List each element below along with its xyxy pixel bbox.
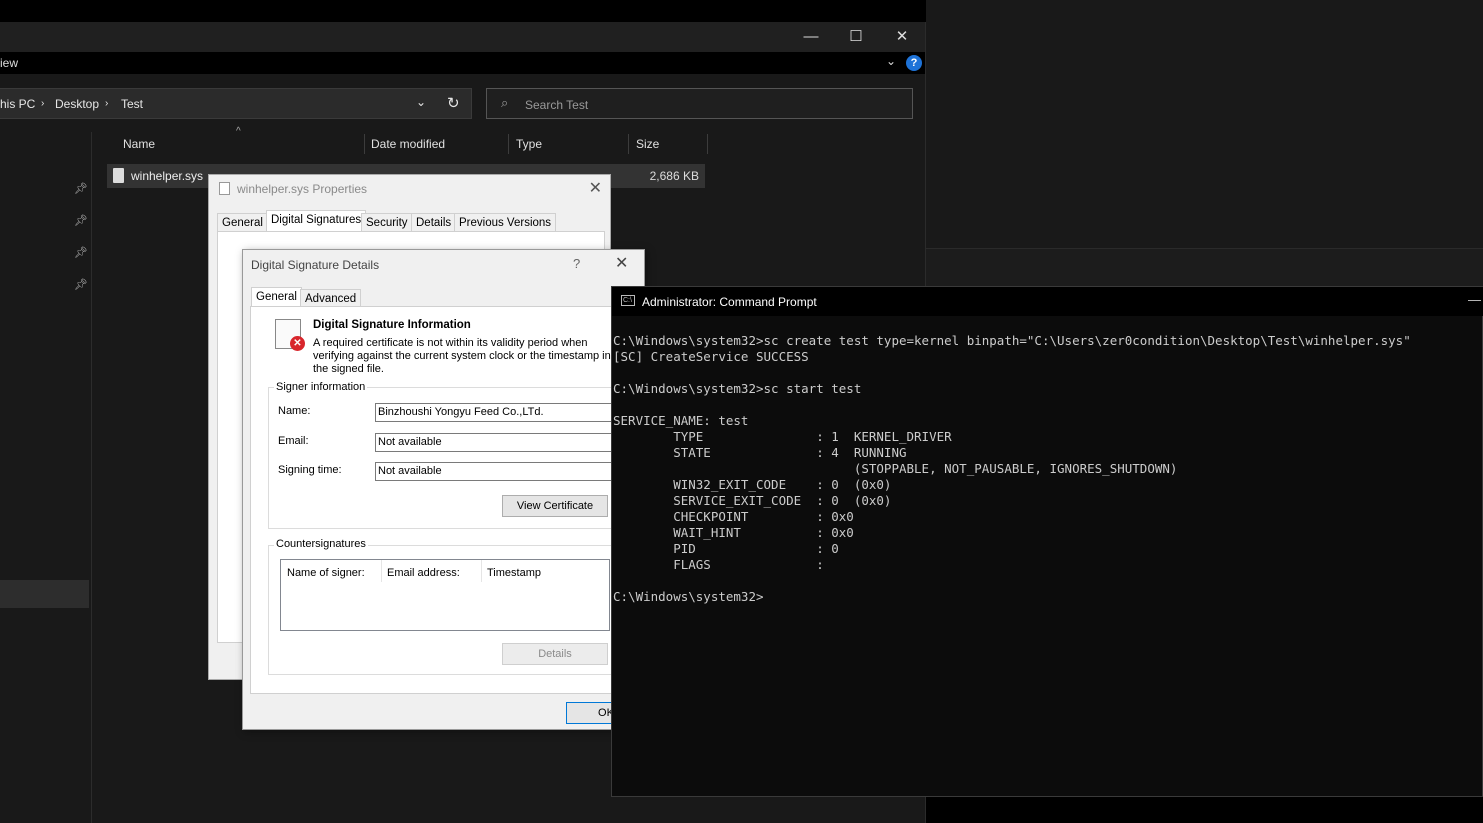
maximize-button[interactable]: ☐ (833, 22, 879, 52)
chevron-down-icon[interactable]: ⌄ (886, 54, 896, 68)
breadcrumb-test[interactable]: Test (121, 97, 143, 111)
details-button[interactable]: Details (502, 643, 608, 665)
nav-item-selected[interactable] (0, 580, 89, 608)
pin-icon: 📌︎ (74, 279, 88, 291)
column-divider (481, 560, 482, 582)
cmd-line: WAIT_HINT : 0x0 (613, 525, 854, 540)
info-heading: Digital Signature Information (313, 319, 471, 331)
column-header-size[interactable]: Size (628, 134, 708, 154)
minimize-button[interactable]: — (788, 22, 834, 52)
cmd-line: STATE : 4 RUNNING (613, 445, 907, 460)
column-header-email[interactable]: Email address: (387, 567, 460, 579)
cmd-titlebar: C:\ Administrator: Command Prompt — (612, 287, 1483, 316)
close-button[interactable]: ✕ (879, 22, 925, 52)
breadcrumb-this-pc[interactable]: his PC (0, 97, 35, 111)
cmd-icon: C:\ (621, 295, 635, 306)
tab-general[interactable]: General (217, 213, 268, 233)
cmd-line (613, 397, 1411, 413)
error-icon: ✕ (290, 336, 305, 351)
file-icon (219, 182, 230, 195)
file-name: winhelper.sys (131, 169, 204, 183)
cmd-line: WIN32_EXIT_CODE : 0 (0x0) (613, 477, 892, 492)
column-header-type[interactable]: Type (508, 134, 629, 154)
cmd-line: C:\Windows\system32> (613, 589, 764, 604)
signer-group-label: Signer information (274, 381, 368, 393)
signing-time-label: Signing time: (278, 464, 342, 476)
details-title: Digital Signature Details (251, 258, 380, 272)
refresh-icon[interactable]: ↻ (447, 94, 460, 112)
email-field[interactable]: Not available (375, 433, 615, 452)
close-icon[interactable]: ✕ (615, 253, 628, 273)
cmd-line: [SC] CreateService SUCCESS (613, 349, 809, 364)
help-icon[interactable]: ? (573, 256, 580, 271)
column-header-name[interactable]: Name (115, 134, 365, 154)
tab-details[interactable]: Details (411, 213, 457, 233)
search-input[interactable]: ⌕ Search Test (486, 88, 913, 119)
cmd-line: FLAGS : (613, 557, 824, 572)
column-header-timestamp[interactable]: Timestamp (487, 567, 541, 579)
search-placeholder: Search Test (525, 98, 589, 112)
cmd-line (613, 573, 1411, 589)
signature-details-dialog: Digital Signature Details ? ✕ General Ad… (242, 249, 646, 730)
chevron-right-icon: › (41, 98, 45, 109)
explorer-titlebar: — ☐ ✕ (0, 22, 925, 52)
desktop-background (926, 0, 1483, 248)
chevron-right-icon: › (105, 98, 109, 109)
countersignatures-list[interactable]: Name of signer: Email address: Timestamp (280, 559, 610, 631)
info-text: A required certificate is not within its… (313, 337, 611, 375)
tab-digital-signatures[interactable]: Digital Signatures (266, 210, 367, 233)
certificate-icon: ✕ (275, 319, 305, 351)
command-prompt-window[interactable]: C:\ Administrator: Command Prompt — C:\W… (611, 286, 1483, 797)
name-label: Name: (278, 405, 311, 417)
file-size: 2,686 KB (649, 169, 699, 183)
menu-bar: iew ⌄ ? (0, 52, 925, 74)
signing-time-field[interactable]: Not available (375, 462, 615, 481)
cmd-line (613, 365, 1411, 381)
file-icon (113, 168, 124, 183)
pin-icon: 📌︎ (74, 215, 88, 227)
tab-security[interactable]: Security (361, 213, 413, 233)
cmd-line: SERVICE_EXIT_CODE : 0 (0x0) (613, 493, 892, 508)
cmd-line: PID : 0 (613, 541, 839, 556)
pin-icon: 📌︎ (74, 183, 88, 195)
view-certificate-button[interactable]: View Certificate (502, 495, 608, 517)
cmd-line: TYPE : 1 KERNEL_DRIVER (613, 429, 952, 444)
search-icon: ⌕ (501, 95, 509, 110)
cmd-line: C:\Windows\system32>sc create test type=… (613, 333, 1411, 348)
column-header-date[interactable]: Date modified (363, 134, 509, 154)
email-label: Email: (278, 435, 309, 447)
chevron-down-icon[interactable]: ⌄ (416, 95, 426, 109)
properties-title: winhelper.sys Properties (237, 182, 368, 196)
cmd-output[interactable]: C:\Windows\system32>sc create test type=… (613, 333, 1411, 605)
cmd-line: CHECKPOINT : 0x0 (613, 509, 854, 524)
cmd-title: Administrator: Command Prompt (642, 295, 817, 309)
minimize-button[interactable]: — (1468, 292, 1481, 307)
tab-previous-versions[interactable]: Previous Versions (454, 213, 557, 233)
name-field[interactable]: Binzhoushi Yongyu Feed Co.,LTd. (375, 403, 615, 422)
countersignatures-label: Countersignatures (274, 538, 368, 550)
details-tab-panel: ✕ Digital Signature Information A requir… (250, 306, 646, 694)
pin-icon: 📌︎ (74, 247, 88, 259)
navigation-pane: 📌︎ 📌︎ 📌︎ 📌︎ (0, 132, 92, 823)
cmd-line: SERVICE_NAME: test (613, 413, 749, 428)
desktop-background-lower (926, 248, 1483, 286)
tab-general[interactable]: General (251, 287, 302, 308)
column-header-signer[interactable]: Name of signer: (287, 567, 365, 579)
breadcrumb-desktop[interactable]: Desktop (55, 97, 99, 111)
address-bar[interactable]: his PC › Desktop › Test ⌄ ↻ (0, 88, 472, 119)
cmd-line: C:\Windows\system32>sc start test (613, 381, 862, 396)
cmd-line: (STOPPABLE, NOT_PAUSABLE, IGNORES_SHUTDO… (613, 461, 1178, 476)
menu-view[interactable]: iew (0, 56, 18, 70)
close-icon[interactable]: ✕ (589, 178, 602, 198)
help-icon[interactable]: ? (906, 55, 922, 71)
column-divider (381, 560, 382, 582)
